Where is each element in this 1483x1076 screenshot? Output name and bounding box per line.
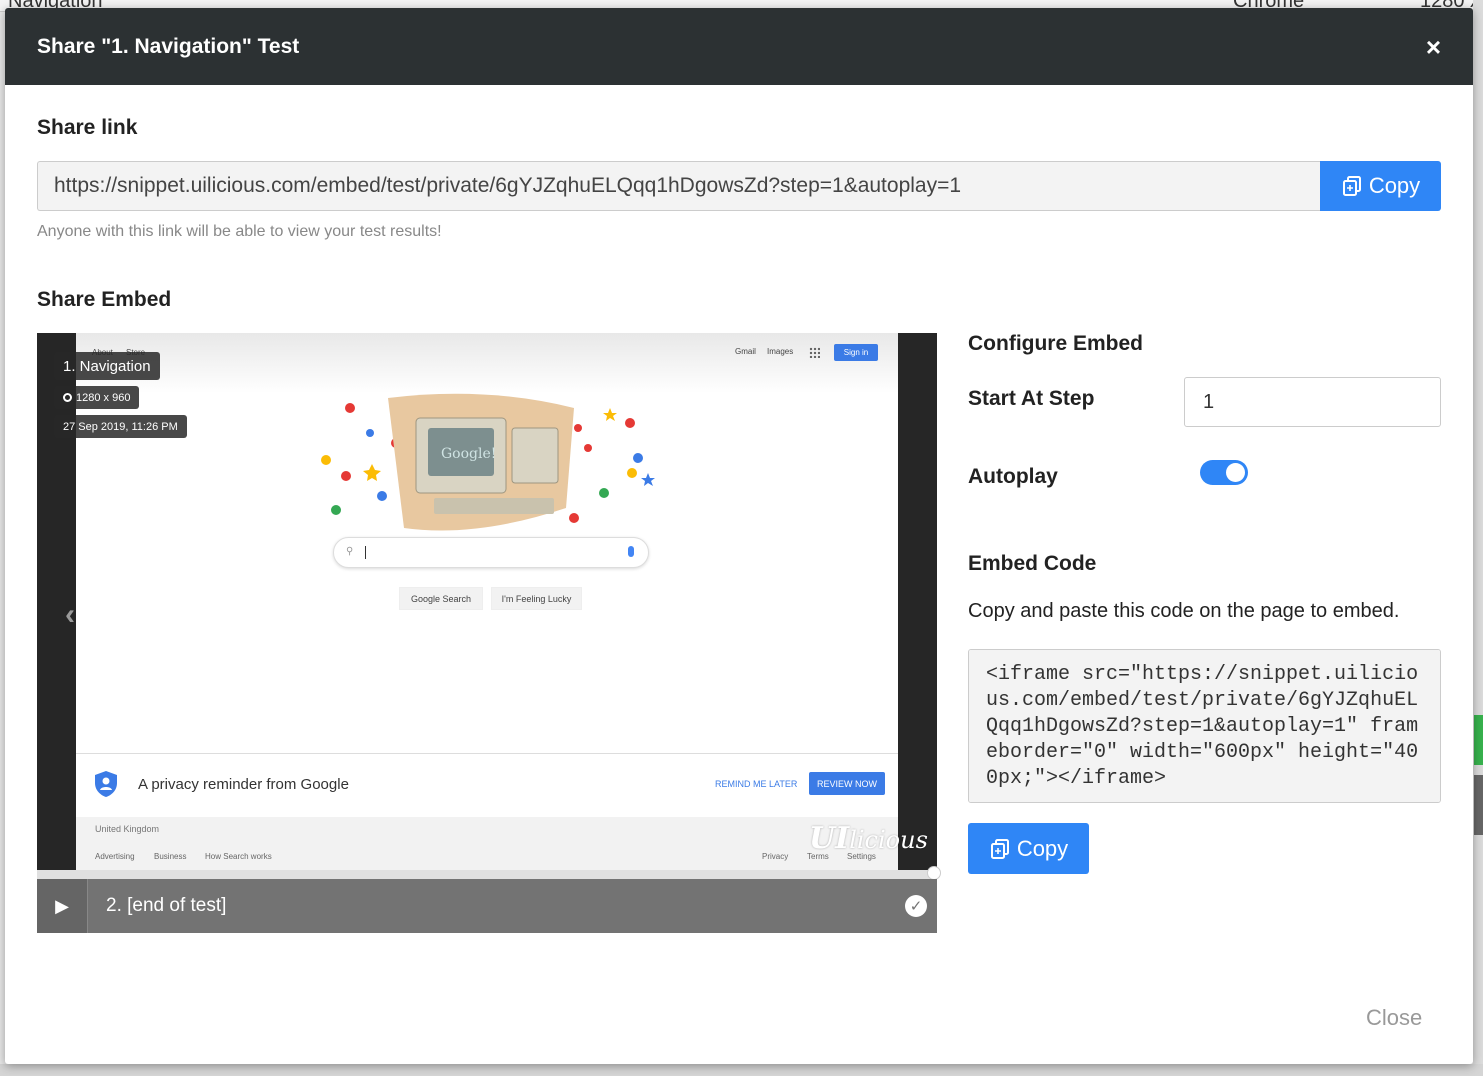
shield-icon bbox=[95, 771, 117, 797]
start-at-step-input[interactable] bbox=[1184, 377, 1441, 427]
playback-progress-bar[interactable] bbox=[37, 870, 937, 879]
background-bottom-strip bbox=[0, 1064, 1483, 1076]
test-name-tag: 1. Navigation bbox=[54, 352, 160, 380]
copy-embed-button[interactable]: Copy bbox=[968, 823, 1089, 874]
apps-grid-icon bbox=[809, 347, 820, 358]
embed-code-textarea[interactable]: <iframe src="https://snippet.uilicious.c… bbox=[968, 649, 1441, 803]
close-button[interactable]: Close bbox=[1366, 1005, 1422, 1031]
search-icon: ⚲ bbox=[346, 546, 354, 557]
close-icon[interactable]: × bbox=[1426, 34, 1441, 60]
doodle-text: Google! bbox=[441, 446, 496, 462]
playback-progress-handle[interactable] bbox=[927, 866, 941, 880]
microphone-icon bbox=[628, 546, 634, 557]
embed-code-heading: Embed Code bbox=[968, 552, 1097, 575]
remind-me-later-link: REMIND ME LATER bbox=[715, 779, 798, 789]
copy-link-label: Copy bbox=[1368, 173, 1421, 198]
step-bar: ▶ 2. [end of test] ✓ bbox=[37, 879, 937, 933]
feeling-lucky-button: I'm Feeling Lucky bbox=[491, 587, 582, 610]
text-cursor bbox=[365, 546, 366, 559]
review-now-button: REVIEW NOW bbox=[809, 772, 885, 795]
autoplay-label: Autoplay bbox=[968, 465, 1058, 488]
footer-link: How Search works bbox=[205, 852, 272, 861]
google-images-link: Images bbox=[767, 347, 794, 356]
embed-preview[interactable]: About Store Gmail Images Sign in bbox=[37, 333, 937, 870]
google-search-button: Google Search bbox=[399, 587, 483, 610]
copy-icon bbox=[990, 838, 1009, 859]
embed-code-description: Copy and paste this code on the page to … bbox=[968, 600, 1400, 622]
footer-link: Advertising bbox=[95, 852, 135, 861]
google-search-box: ⚲ bbox=[333, 537, 649, 568]
privacy-banner: A privacy reminder from Google REMIND ME… bbox=[76, 753, 898, 817]
share-link-input[interactable] bbox=[37, 161, 1320, 211]
timestamp-tag: 27 Sep 2019, 11:26 PM bbox=[54, 415, 187, 438]
google-doodle: Google! bbox=[321, 393, 655, 531]
toggle-knob bbox=[1226, 463, 1245, 482]
autoplay-toggle[interactable] bbox=[1200, 460, 1248, 485]
share-link-hint: Anyone with this link will be able to vi… bbox=[37, 223, 442, 240]
playback-progress-fill bbox=[37, 870, 934, 879]
footer-link: Business bbox=[154, 852, 187, 861]
copy-link-button[interactable]: Copy bbox=[1320, 161, 1441, 211]
modal-title: Share "1. Navigation" Test bbox=[37, 34, 300, 58]
modal-header: Share "1. Navigation" Test × bbox=[5, 8, 1473, 85]
play-button[interactable]: ▶ bbox=[37, 879, 88, 933]
resolution-tag-text: 1280 x 960 bbox=[76, 391, 131, 404]
resolution-tag: 1280 x 960 bbox=[54, 386, 140, 409]
current-step-label: 2. [end of test] bbox=[106, 895, 227, 916]
chevron-left-icon[interactable]: ‹ bbox=[65, 598, 75, 632]
share-modal: Share "1. Navigation" Test × Share link … bbox=[5, 8, 1473, 1064]
background-scroll-marker bbox=[1474, 775, 1483, 835]
chrome-icon bbox=[63, 393, 72, 402]
copy-icon bbox=[1342, 176, 1361, 196]
google-signin-button: Sign in bbox=[834, 344, 878, 361]
background-green-marker bbox=[1474, 715, 1483, 765]
google-footer: United Kingdom Advertising Business How … bbox=[76, 817, 898, 870]
background-right-panel bbox=[1473, 0, 1483, 1076]
share-link-heading: Share link bbox=[37, 116, 138, 139]
copy-embed-label: Copy bbox=[1016, 835, 1069, 861]
preview-screenshot: About Store Gmail Images Sign in bbox=[76, 333, 898, 870]
check-circle-icon: ✓ bbox=[905, 895, 927, 917]
configure-embed-heading: Configure Embed bbox=[968, 332, 1144, 355]
footer-country: United Kingdom bbox=[95, 824, 160, 834]
privacy-banner-text: A privacy reminder from Google bbox=[138, 776, 349, 793]
start-at-step-label: Start At Step bbox=[968, 387, 1095, 410]
uilicious-logo: UIlicious bbox=[809, 821, 928, 856]
footer-link: Privacy bbox=[762, 852, 789, 861]
google-gmail-link: Gmail bbox=[735, 347, 756, 356]
play-icon: ▶ bbox=[55, 895, 69, 916]
share-embed-heading: Share Embed bbox=[37, 288, 172, 311]
share-link-row: Copy bbox=[37, 161, 1441, 211]
